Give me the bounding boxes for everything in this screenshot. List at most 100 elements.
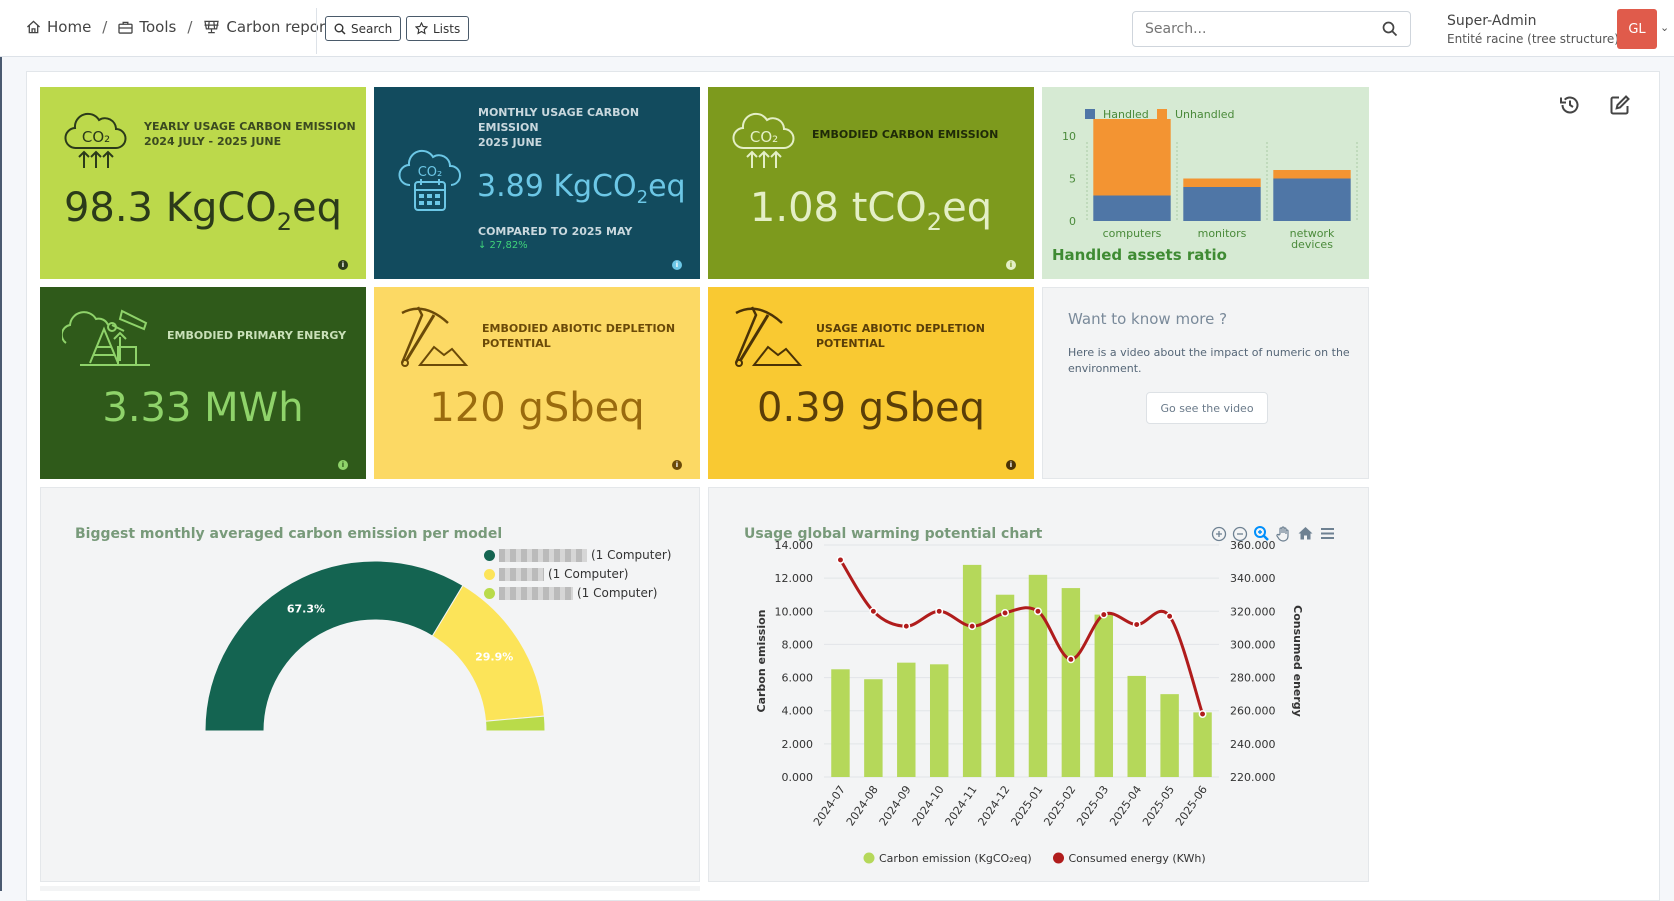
top-navigation-bar: Home / Tools / Carbon report Search List… — [0, 0, 1674, 57]
card-yearly-usage-carbon[interactable]: CO₂ YEARLY USAGE CARBON EMISSION 2024 JU… — [40, 87, 366, 279]
y-tick-label: 4.000 — [782, 705, 814, 718]
bar — [995, 594, 1015, 777]
legend-label: (1 Computer) — [577, 586, 658, 600]
chevron-down-icon[interactable]: ⌄ — [1660, 21, 1669, 34]
x-tick-label: monitors — [1198, 227, 1247, 240]
bar — [1061, 588, 1081, 777]
y-tick-label: 8.000 — [782, 638, 814, 651]
legend-swatch — [863, 852, 875, 864]
search-icon — [334, 23, 346, 35]
co2-cloud-icon: CO₂ — [64, 112, 127, 168]
y-tick-label: 14.000 — [775, 539, 814, 552]
card-abiotic-title-2: POTENTIAL — [482, 337, 551, 350]
y-tick-label: 10 — [1062, 130, 1076, 143]
y2-tick-label: 280.000 — [1230, 672, 1276, 685]
card-abiotic-value: 120 gSbeq — [429, 385, 645, 431]
legend-label: Consumed energy (KWh) — [1069, 852, 1206, 865]
y2-tick-label: 220.000 — [1230, 771, 1276, 784]
y-tick-label: 0 — [1069, 215, 1076, 228]
energy-point — [902, 622, 911, 631]
more-text: Here is a video about the impact of nume… — [1068, 346, 1350, 359]
x-tick-label: 2025-04 — [1107, 783, 1144, 828]
search-submit-icon[interactable] — [1382, 21, 1398, 37]
bar — [1160, 694, 1179, 777]
pickaxe-icon — [400, 306, 469, 367]
breadcrumb-carbon-report[interactable]: Carbon report — [203, 18, 331, 36]
card-handled-assets[interactable]: Handled Unhandled 0 5 10 computers monitors net… — [1042, 87, 1369, 279]
card-embodied-carbon[interactable]: CO₂ EMBODIED CARBON EMISSION 1.08 tCO2eq… — [708, 87, 1034, 279]
x-tick-label: 2025-05 — [1140, 783, 1177, 828]
bar — [1127, 675, 1146, 777]
bar — [831, 669, 850, 777]
breadcrumb-tools-label: Tools — [139, 18, 177, 36]
user-menu[interactable]: Super-Admin Entité racine (tree structur… — [1447, 12, 1619, 48]
bar — [1028, 574, 1048, 777]
card-embodied-primary-energy[interactable]: EMBODIED PRIMARY ENERGY 3.33 MWh i — [40, 287, 366, 479]
pickaxe-icon — [734, 306, 803, 367]
x-tick-label: 2025-01 — [1008, 783, 1045, 828]
toolbar-divider — [316, 8, 317, 54]
svg-text:CO₂: CO₂ — [418, 165, 443, 180]
energy-point — [935, 607, 944, 616]
history-icon[interactable] — [1559, 94, 1581, 116]
x-tick-label: 2024-12 — [975, 783, 1012, 828]
y2-tick-label: 260.000 — [1230, 705, 1276, 718]
x-tick-label: 2024-07 — [811, 783, 848, 828]
panel-next-row — [40, 886, 700, 891]
x-tick-label: 2025-03 — [1074, 783, 1111, 828]
slice-label: 29.9% — [475, 651, 513, 664]
card-monthly-usage-carbon[interactable]: CO₂ MONTHLY USAGE CARBON EMISSION 2025 J… — [374, 87, 700, 279]
slice-label: 67.3% — [287, 603, 325, 616]
avatar[interactable]: GL — [1617, 9, 1657, 49]
card-monthly-title: MONTHLY USAGE CARBON — [478, 106, 640, 119]
window-left-edge — [0, 0, 2, 891]
search-button-label: Search — [351, 21, 393, 36]
y2-tick-label: 360.000 — [1230, 539, 1276, 552]
more-text-2: environment. — [1068, 362, 1142, 375]
global-search-input[interactable] — [1133, 12, 1363, 46]
y-tick-label: 0.000 — [782, 771, 814, 784]
info-icon[interactable]: i — [672, 260, 682, 270]
donut-slice — [204, 560, 464, 732]
solar-panel-icon — [204, 20, 220, 34]
search-button[interactable]: Search — [325, 16, 402, 41]
bar-segment — [1183, 187, 1261, 221]
legend-item[interactable]: (1 Computer) — [484, 586, 657, 600]
info-icon[interactable]: i — [1006, 260, 1016, 270]
go-see-video-button[interactable]: Go see the video — [1146, 392, 1268, 424]
redacted-model-name — [499, 567, 544, 581]
breadcrumb: Home / Tools / Carbon report — [26, 18, 331, 36]
bar-segment — [1093, 195, 1171, 221]
info-icon[interactable]: i — [338, 260, 348, 270]
bar-segment — [1093, 119, 1171, 196]
lists-button[interactable]: Lists — [406, 16, 470, 41]
breadcrumb-home[interactable]: Home — [26, 18, 91, 36]
legend-item[interactable]: (1 Computer) — [484, 567, 628, 581]
card-monthly-delta: ↓ 27,82% — [478, 240, 528, 251]
info-icon[interactable]: i — [1006, 460, 1016, 470]
card-embodied-abiotic[interactable]: EMBODIED ABIOTIC DEPLETION POTENTIAL 120… — [374, 287, 700, 479]
y2-tick-label: 340.000 — [1230, 572, 1276, 585]
info-icon[interactable]: i — [338, 460, 348, 470]
bar — [962, 564, 982, 777]
card-monthly-value: 3.89 KgCO2eq — [477, 169, 686, 208]
card-usage-abiotic[interactable]: USAGE ABIOTIC DEPLETION POTENTIAL 0.39 g… — [708, 287, 1034, 479]
bar — [1094, 614, 1114, 777]
bar — [1193, 712, 1212, 777]
edit-icon[interactable] — [1609, 94, 1631, 116]
card-monthly-compare: COMPARED TO 2025 MAY — [478, 225, 633, 238]
energy-point — [836, 555, 845, 564]
x-tick-label: 2025-02 — [1041, 783, 1078, 828]
y-tick-label: 12.000 — [775, 572, 814, 585]
info-icon[interactable]: i — [672, 460, 682, 470]
card-embodied-value: 1.08 tCO2eq — [749, 185, 993, 236]
bar-segment — [1273, 178, 1351, 221]
legend-item[interactable]: (1 Computer) — [484, 548, 671, 562]
usage-combo-chart: 0.000 2.000 4.000 6.000 8.000 10.000 12.000 14.… — [755, 539, 1304, 865]
legend-label: (1 Computer) — [591, 548, 672, 562]
card-usage-abiotic-value: 0.39 gSbeq — [757, 385, 985, 431]
breadcrumb-tools[interactable]: Tools — [118, 18, 176, 36]
co2-calendar-icon: CO₂ — [398, 149, 461, 211]
legend-swatch — [1053, 852, 1064, 864]
y-axis-label: Carbon emission — [755, 610, 768, 713]
